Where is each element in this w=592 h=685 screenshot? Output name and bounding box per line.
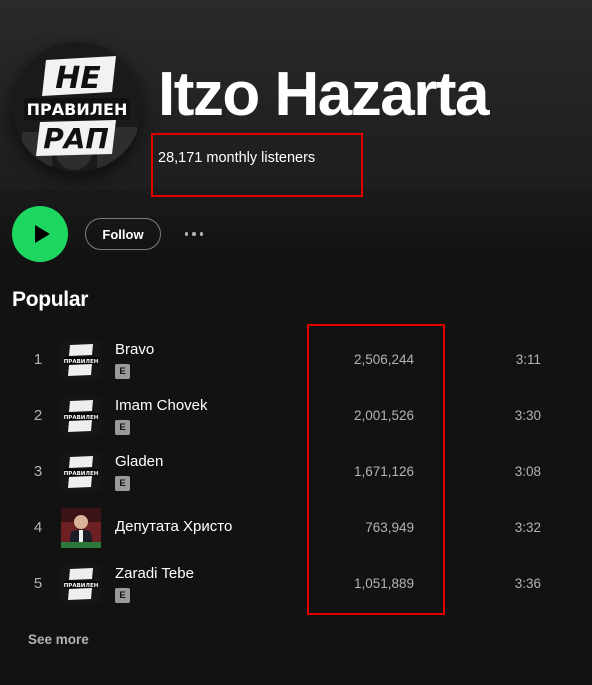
explicit-badge: E <box>115 364 130 379</box>
artist-avatar: НЕ ПРАВИЛЕН РАП <box>12 42 142 172</box>
track-duration: 3:08 <box>514 464 541 479</box>
track-duration: 3:30 <box>514 408 541 423</box>
more-dot <box>184 232 189 236</box>
track-rank: 2 <box>33 407 43 424</box>
svg-text:ПРАВИЛЕН: ПРАВИЛЕН <box>64 583 99 589</box>
track-duration: 3:32 <box>514 520 541 535</box>
track-title[interactable]: Imam Chovek <box>115 397 208 414</box>
track-row[interactable]: 3 ПРАВИЛЕН Gladen E 1,671,126 3:08 <box>14 444 580 500</box>
svg-text:РАП: РАП <box>43 122 109 155</box>
highlight-box-plays <box>307 324 445 615</box>
follow-button[interactable]: Follow <box>85 218 161 250</box>
svg-text:ПРАВИЛЕН: ПРАВИЛЕН <box>64 415 99 421</box>
track-rank: 5 <box>33 575 43 592</box>
svg-text:ПРАВИЛЕН: ПРАВИЛЕН <box>27 100 128 119</box>
track-duration: 3:11 <box>515 352 541 367</box>
play-button[interactable] <box>12 206 68 262</box>
avatar-logo-image: НЕ ПРАВИЛЕН РАП <box>12 42 142 172</box>
artist-name: Itzo Hazarta <box>158 60 489 129</box>
album-cover: ПРАВИЛЕН <box>61 396 101 436</box>
explicit-badge: E <box>115 420 130 435</box>
more-options-icon[interactable] <box>178 222 210 246</box>
track-rank: 4 <box>33 519 43 536</box>
track-row[interactable]: 1 ПРАВИЛЕН Bravo E 2,506,244 3:11 <box>14 332 580 388</box>
see-more-link[interactable]: See more <box>28 632 89 647</box>
more-dot <box>199 232 204 236</box>
more-dot <box>192 232 196 236</box>
explicit-badge: E <box>115 476 130 491</box>
track-rank: 1 <box>33 351 43 368</box>
svg-text:ПРАВИЛЕН: ПРАВИЛЕН <box>64 471 99 477</box>
album-cover: ПРАВИЛЕН <box>61 564 101 604</box>
track-row[interactable]: 5 ПРАВИЛЕН Zaradi Tebe E 1,051,889 3:36 <box>14 556 580 612</box>
track-title[interactable]: Gladen <box>115 453 163 470</box>
album-cover: ПРАВИЛЕН <box>61 340 101 380</box>
album-cover <box>61 508 101 548</box>
play-icon <box>34 225 50 243</box>
explicit-badge: E <box>115 588 130 603</box>
track-row[interactable]: 2 ПРАВИЛЕН Imam Chovek E 2,001,526 3:30 <box>14 388 580 444</box>
popular-heading: Popular <box>12 288 89 311</box>
track-rank: 3 <box>33 463 43 480</box>
track-title[interactable]: Bravo <box>115 341 154 358</box>
highlight-box-listeners <box>151 133 363 197</box>
track-row[interactable]: 4 Депутата Христо 763,949 3:32 <box>14 500 580 556</box>
svg-text:ПРАВИЛЕН: ПРАВИЛЕН <box>64 359 99 365</box>
track-duration: 3:36 <box>514 576 541 591</box>
album-cover: ПРАВИЛЕН <box>61 452 101 492</box>
track-title[interactable]: Депутата Христо <box>115 518 232 535</box>
track-title[interactable]: Zaradi Tebe <box>115 565 194 582</box>
svg-text:НЕ: НЕ <box>55 61 101 96</box>
